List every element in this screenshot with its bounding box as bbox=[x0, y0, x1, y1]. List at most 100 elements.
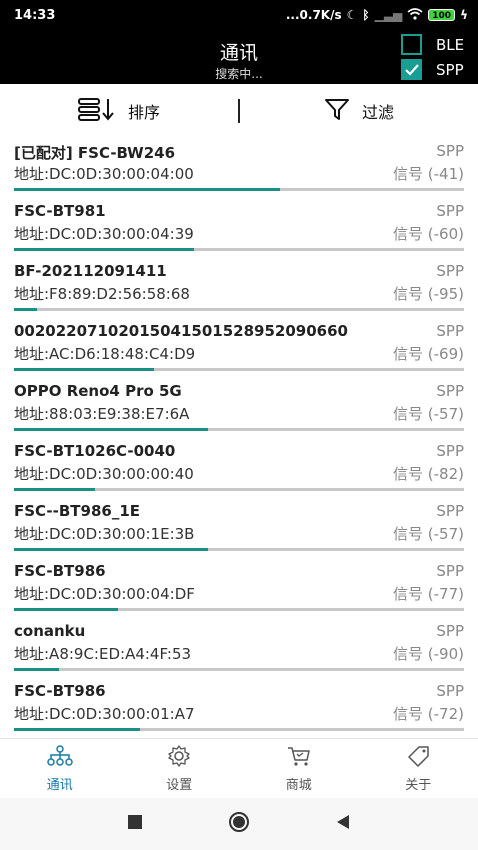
device-name: FSC-BT986 bbox=[14, 682, 106, 700]
device-signal: 信号 (-60) bbox=[393, 225, 464, 243]
nav-item-gear[interactable]: 设置 bbox=[120, 739, 240, 798]
nav-item-tag[interactable]: 关于 bbox=[359, 739, 478, 798]
device-item[interactable]: conanku SPP 地址:A8:9C:ED:A4:4F:53 信号 (-90) bbox=[0, 618, 478, 678]
device-address: 地址:DC:0D:30:00:1E:3B bbox=[14, 525, 195, 543]
recents-button[interactable] bbox=[127, 814, 143, 834]
bluetooth-icon: ᛒ bbox=[362, 8, 370, 22]
device-type: SPP bbox=[436, 442, 464, 460]
device-address: 地址:88:03:E9:38:E7:6A bbox=[14, 405, 190, 423]
nav-item-cart[interactable]: 商城 bbox=[239, 739, 359, 798]
wifi-icon bbox=[407, 7, 423, 23]
device-type: SPP bbox=[436, 682, 464, 700]
device-name: 00202207102015041501528952090660 bbox=[14, 322, 348, 340]
device-item[interactable]: OPPO Reno4 Pro 5G SPP 地址:88:03:E9:38:E7:6A… bbox=[0, 378, 478, 438]
device-item[interactable]: 00202207102015041501528952090660 SPP 地址:AC… bbox=[0, 318, 478, 378]
signal-strength-bar bbox=[14, 608, 464, 611]
device-list: [已配对] FSC-BW246 SPP 地址:DC:0D:30:00:04:00 信号… bbox=[0, 138, 478, 738]
battery-icon: 100 bbox=[428, 9, 456, 21]
spp-filter-toggle[interactable]: SPP bbox=[401, 59, 470, 80]
device-name: FSC--BT986_1E bbox=[14, 502, 141, 520]
ble-checkbox[interactable] bbox=[401, 34, 422, 55]
nav-label: 通讯 bbox=[46, 777, 73, 793]
nav-label: 关于 bbox=[405, 777, 432, 793]
device-name: BF-202112091411 bbox=[14, 262, 167, 280]
spp-label: SPP bbox=[436, 60, 464, 79]
signal-strength-bar bbox=[14, 308, 464, 311]
device-name: OPPO Reno4 Pro 5G bbox=[14, 382, 182, 400]
device-item[interactable]: [已配对] FSC-BW246 SPP 地址:DC:0D:30:00:04:00 信号… bbox=[0, 138, 478, 198]
signal-strength-fill bbox=[14, 428, 208, 431]
signal-strength-fill bbox=[14, 188, 280, 191]
device-address: 地址:DC:0D:30:00:04:00 bbox=[14, 165, 194, 183]
device-signal: 信号 (-57) bbox=[393, 405, 464, 423]
sort-button[interactable]: 排序 bbox=[0, 84, 238, 138]
signal-strength-bar bbox=[14, 428, 464, 431]
home-button[interactable] bbox=[228, 811, 250, 837]
device-signal: 信号 (-57) bbox=[393, 525, 464, 543]
spp-checkbox[interactable] bbox=[401, 59, 422, 80]
list-toolbar: 排序 过滤 bbox=[0, 84, 478, 138]
signal-strength-bar bbox=[14, 488, 464, 491]
device-signal: 信号 (-69) bbox=[393, 345, 464, 363]
sort-icon bbox=[77, 97, 116, 125]
ble-filter-toggle[interactable]: BLE bbox=[401, 34, 470, 55]
moon-icon: ☾ bbox=[346, 8, 358, 22]
cart-icon bbox=[286, 745, 312, 771]
signal-strength-fill bbox=[14, 248, 194, 251]
device-signal: 信号 (-77) bbox=[393, 585, 464, 603]
device-item[interactable]: FSC-BT986 SPP 地址:DC:0D:30:00:01:A7 信号 (-72) bbox=[0, 678, 478, 738]
device-name: [已配对] FSC-BW246 bbox=[14, 144, 176, 162]
device-address: 地址:A8:9C:ED:A4:4F:53 bbox=[14, 645, 192, 663]
ble-label: BLE bbox=[436, 35, 465, 54]
signal-strength-fill bbox=[14, 548, 208, 551]
device-signal: 信号 (-82) bbox=[393, 465, 464, 483]
device-item[interactable]: FSC-BT1026C-0040 SPP 地址:DC:0D:30:00:00:40 信… bbox=[0, 438, 478, 498]
device-type: SPP bbox=[436, 142, 464, 160]
device-type: SPP bbox=[436, 622, 464, 640]
filter-icon bbox=[324, 97, 350, 125]
device-type: SPP bbox=[436, 382, 464, 400]
signal-strength-fill bbox=[14, 308, 37, 311]
sort-label: 排序 bbox=[127, 103, 160, 122]
device-item[interactable]: FSC-BT986 SPP 地址:DC:0D:30:00:04:DF 信号 (-77) bbox=[0, 558, 478, 618]
system-nav-bar bbox=[0, 798, 478, 850]
signal-strength-bar bbox=[14, 728, 464, 731]
signal-strength-bar bbox=[14, 548, 464, 551]
signal-strength-fill bbox=[14, 488, 95, 491]
app-header: 通讯 搜索中... BLE SPP bbox=[0, 30, 478, 84]
back-button[interactable] bbox=[335, 814, 351, 834]
device-address: 地址:F8:89:D2:56:58:68 bbox=[14, 285, 190, 303]
nav-label: 设置 bbox=[166, 777, 193, 793]
device-item[interactable]: FSC-BT981 SPP 地址:DC:0D:30:00:04:39 信号 (-60) bbox=[0, 198, 478, 258]
signal-icon: ▁▃▅ bbox=[374, 8, 403, 22]
device-name: conanku bbox=[14, 622, 86, 640]
bottom-nav: 通讯 设置 商城 关于 bbox=[0, 738, 478, 798]
device-signal: 信号 (-72) bbox=[393, 705, 464, 723]
status-icons: ...0.7K/s ☾ ᛒ ▁▃▅ 100 ϟ bbox=[285, 7, 468, 23]
status-time: 14:33 bbox=[14, 7, 56, 23]
device-item[interactable]: FSC--BT986_1E SPP 地址:DC:0D:30:00:1E:3B 信号 (… bbox=[0, 498, 478, 558]
signal-strength-bar bbox=[14, 368, 464, 371]
device-address: 地址:AC:D6:18:48:C4:D9 bbox=[14, 345, 196, 363]
nav-label: 商城 bbox=[285, 777, 312, 793]
device-address: 地址:DC:0D:30:00:04:DF bbox=[14, 585, 195, 603]
filter-label: 过滤 bbox=[361, 103, 394, 122]
signal-strength-fill bbox=[14, 668, 59, 671]
device-item[interactable]: BF-202112091411 SPP 地址:F8:89:D2:56:58:68 信号… bbox=[0, 258, 478, 318]
nav-item-network[interactable]: 通讯 bbox=[0, 739, 120, 798]
device-type: SPP bbox=[436, 202, 464, 220]
signal-strength-bar bbox=[14, 668, 464, 671]
device-address: 地址:DC:0D:30:00:00:40 bbox=[14, 465, 194, 483]
device-address: 地址:DC:0D:30:00:04:39 bbox=[14, 225, 194, 243]
device-name: FSC-BT986 bbox=[14, 562, 106, 580]
device-signal: 信号 (-41) bbox=[393, 165, 464, 183]
tag-icon bbox=[405, 745, 431, 771]
device-signal: 信号 (-90) bbox=[393, 645, 464, 663]
device-type: SPP bbox=[436, 322, 464, 340]
gear-icon bbox=[166, 744, 192, 771]
filter-button[interactable]: 过滤 bbox=[240, 84, 478, 138]
signal-strength-bar bbox=[14, 248, 464, 251]
network-icon bbox=[47, 744, 73, 771]
device-type: SPP bbox=[436, 262, 464, 280]
net-speed: ...0.7K/s bbox=[285, 8, 342, 22]
